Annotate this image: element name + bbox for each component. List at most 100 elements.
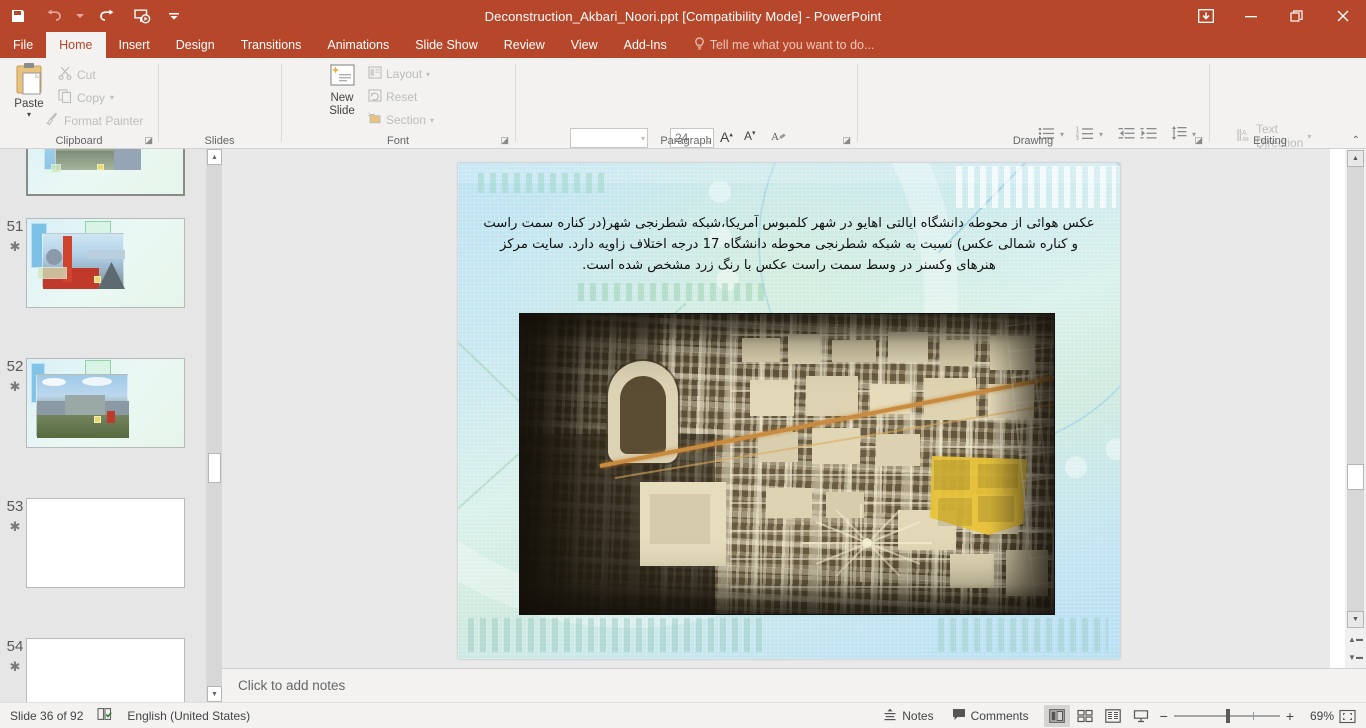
restore-button[interactable] (1274, 0, 1320, 32)
slide-edit-area[interactable]: عکس هوائی از محوطه دانشگاه ایالتی اهایو … (222, 149, 1330, 668)
format-painter-button[interactable]: Format Painter (45, 112, 143, 129)
cut-button[interactable]: Cut (58, 66, 96, 83)
language-indicator[interactable]: English (United States) (127, 709, 250, 723)
tab-design[interactable]: Design (163, 32, 228, 58)
lightbulb-icon (694, 36, 705, 54)
slide-thumbnail[interactable] (26, 218, 185, 308)
tab-animations[interactable]: Animations (314, 32, 402, 58)
view-buttons (1038, 705, 1154, 727)
ribbon-group-font: ▾ 24 ▾ A▴ A▾ A B I U S abc AV↔ ▾ Aa ▾ A … (282, 58, 786, 178)
collapse-ribbon-button[interactable]: ⌃ (1352, 135, 1360, 146)
tab-home[interactable]: Home (46, 32, 106, 58)
tab-add-ins[interactable]: Add-Ins (611, 32, 680, 58)
clipboard-dialog-launcher[interactable]: ◪ (144, 135, 153, 146)
zoom-slider[interactable]: − + (1154, 708, 1300, 724)
minimize-button[interactable] (1228, 0, 1274, 32)
thumbnail-decor (37, 267, 67, 279)
zoom-thumb[interactable] (1225, 709, 1230, 723)
comments-label: Comments (970, 709, 1029, 723)
tell-me-search[interactable]: Tell me what you want to do... (680, 32, 874, 58)
next-slide-button[interactable]: ▼ ▬ (1347, 649, 1364, 665)
zoom-out-button[interactable]: − (1160, 708, 1168, 724)
scroll-down-icon[interactable]: ▼ (207, 686, 222, 702)
thumbnail-pane-scrollbar[interactable]: ▲ ▼ (206, 149, 222, 702)
zoom-level[interactable]: 69% (1300, 709, 1334, 723)
slide-thumbnail[interactable] (26, 638, 185, 702)
zoom-tick (1252, 712, 1254, 720)
scroll-up-icon[interactable]: ▲ (1347, 150, 1364, 167)
customize-qat-chevron-down-icon[interactable] (160, 1, 188, 31)
window-controls (1184, 0, 1366, 32)
thumbnail-preview (27, 219, 184, 307)
normal-view-button[interactable] (1043, 705, 1070, 727)
save-icon[interactable] (0, 1, 36, 31)
font-dialog-launcher[interactable]: ◪ (500, 135, 509, 146)
slide-pane-scrollbar[interactable]: ▲ ▼ ▲ ▬ ▼ ▬ (1345, 149, 1366, 668)
thumbnail-photo (42, 233, 125, 289)
scroll-up-icon[interactable]: ▲ (207, 149, 222, 165)
slide-counter[interactable]: Slide 36 of 92 (10, 709, 83, 723)
scrollbar-track[interactable] (207, 149, 222, 702)
undo-icon[interactable] (36, 1, 72, 31)
tab-file[interactable]: File (0, 32, 46, 58)
tab-transitions[interactable]: Transitions (228, 32, 315, 58)
tab-view[interactable]: View (558, 32, 611, 58)
ribbon-tabs: File Home Insert Design Transitions Anim… (0, 32, 1366, 90)
scrollbar-thumb[interactable] (208, 453, 221, 483)
slide-thumbnail[interactable] (26, 149, 185, 196)
redo-icon[interactable] (88, 1, 124, 31)
thumbnail-number: 54 (6, 638, 24, 655)
spell-check-icon[interactable] (97, 707, 113, 724)
thumbnail-decor (94, 416, 101, 423)
undo-dropdown-icon[interactable] (72, 1, 88, 31)
slideshow-icon[interactable] (124, 1, 160, 31)
ribbon-group-label-font: Font (386, 135, 409, 147)
animation-star-icon: ✱ (9, 659, 21, 674)
scrollbar-thumb[interactable] (1347, 464, 1364, 490)
notes-placeholder[interactable]: Click to add notes (238, 678, 345, 693)
notes-button[interactable]: Notes (874, 703, 942, 728)
ribbon-group-paragraph: ▾ 123 ▾ ▾ A Text Direction ▾ Paragraph ◪ (516, 58, 1311, 210)
paste-label: Paste (14, 98, 44, 110)
tab-review[interactable]: Review (491, 32, 558, 58)
copy-chevron-down-icon[interactable]: ▾ (110, 93, 114, 102)
status-right: Notes Comments − + 69% (874, 703, 1366, 728)
close-button[interactable] (1320, 0, 1366, 32)
thumbnail-decor (97, 164, 104, 170)
comments-button[interactable]: Comments (943, 703, 1038, 728)
thumbnail-decor (51, 164, 61, 173)
paragraph-dialog-launcher[interactable]: ◪ (842, 135, 851, 146)
tab-insert[interactable]: Insert (106, 32, 163, 58)
fit-slide-to-window-icon[interactable] (1334, 705, 1360, 727)
current-slide[interactable]: عکس هوائی از محوطه دانشگاه ایالتی اهایو … (458, 163, 1120, 659)
notes-icon (883, 708, 897, 724)
slide-thumbnail-pane[interactable]: 51 ✱ 52 ✱ 53 ✱ 54 ✱ (0, 149, 206, 702)
scrollbar-track[interactable] (1347, 167, 1364, 612)
slide-show-view-button[interactable] (1128, 705, 1154, 727)
slide-sorter-view-button[interactable] (1072, 705, 1098, 727)
tab-slide-show[interactable]: Slide Show (402, 32, 491, 58)
reading-view-button[interactable] (1100, 705, 1126, 727)
slide-thumbnail[interactable] (26, 358, 185, 448)
animation-star-icon: ✱ (9, 519, 21, 534)
copy-button[interactable]: Copy ▾ (58, 89, 114, 106)
thumbnail-number: 53 (6, 498, 24, 515)
notes-pane[interactable]: Click to add notes (222, 669, 1366, 702)
animation-star-icon: ✱ (9, 239, 21, 254)
drawing-dialog-launcher[interactable]: ◪ (1194, 135, 1203, 146)
ribbon-group-label-clipboard: Clipboard (55, 135, 103, 147)
ribbon-group-label-editing: Editing (1253, 135, 1287, 147)
notes-label: Notes (902, 709, 934, 723)
scroll-down-icon[interactable]: ▼ (1347, 611, 1364, 628)
slide-thumbnail[interactable] (26, 498, 185, 588)
paste-chevron-down-icon[interactable]: ▾ (27, 110, 31, 119)
slide-aerial-photo[interactable] (519, 313, 1055, 615)
ribbon-group-label-drawing: Drawing (1012, 135, 1054, 147)
copy-icon (58, 89, 72, 106)
previous-slide-button[interactable]: ▲ ▬ (1347, 631, 1364, 647)
slide-body-text[interactable]: عکس هوائی از محوطه دانشگاه ایالتی اهایو … (482, 213, 1096, 276)
zoom-track[interactable] (1173, 709, 1280, 723)
zoom-in-button[interactable]: + (1286, 708, 1294, 724)
ribbon-group-drawing: A (858, 58, 1208, 149)
ribbon-display-options-icon[interactable] (1184, 0, 1228, 32)
